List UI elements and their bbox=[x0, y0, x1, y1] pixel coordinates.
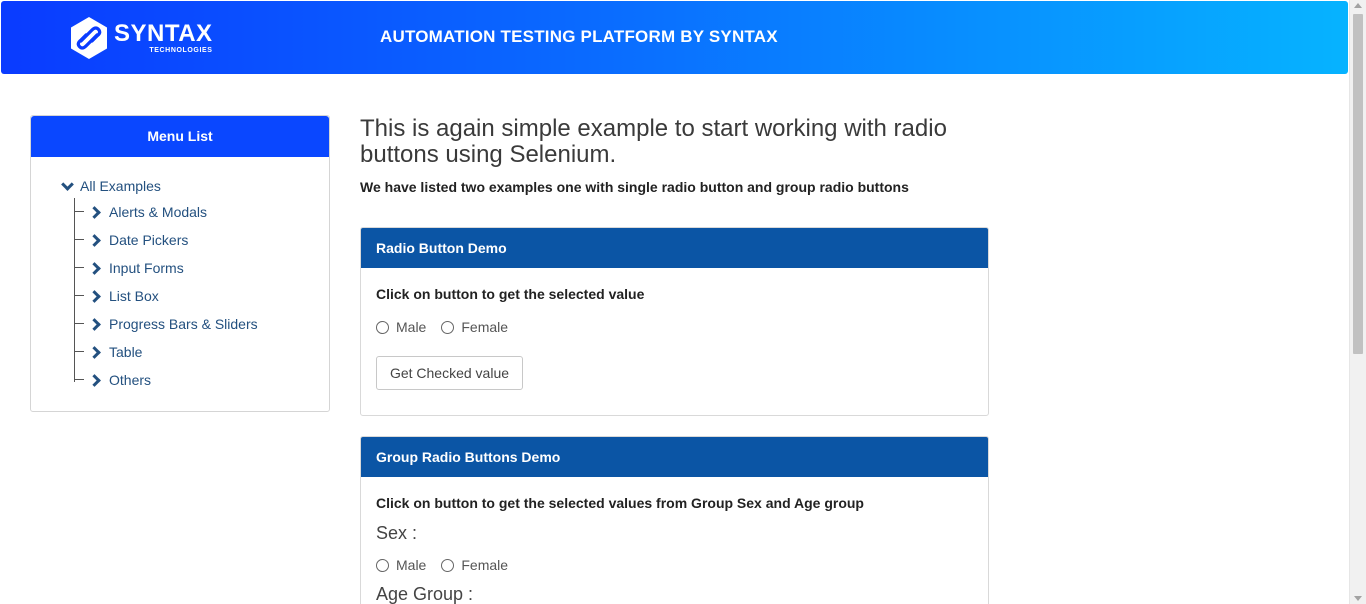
chevron-right-icon bbox=[88, 317, 101, 331]
page-title: This is again simple example to start wo… bbox=[360, 115, 947, 168]
get-checked-value-button[interactable]: Get Checked value bbox=[376, 356, 523, 390]
age-group-label: Age Group : bbox=[376, 584, 474, 604]
sex-radio-group: Male Female bbox=[376, 557, 523, 573]
gender-radio-group: Male Female bbox=[376, 319, 523, 335]
tree-branch-line bbox=[74, 351, 84, 352]
sidebar-item-label: Others bbox=[109, 372, 152, 388]
group-radio-buttons-demo-panel: Group Radio Buttons Demo Click on button… bbox=[360, 436, 989, 604]
radio-label-male[interactable]: Male bbox=[396, 319, 426, 335]
chevron-down-icon bbox=[61, 177, 74, 191]
scrollbar-thumb[interactable] bbox=[1353, 14, 1363, 354]
sidebar-item-label: List Box bbox=[109, 288, 159, 304]
sidebar-item-label: Alerts & Modals bbox=[109, 204, 208, 220]
tree-children: Alerts & Modals Date Pickers Input Forms… bbox=[74, 198, 258, 394]
chevron-right-icon bbox=[88, 261, 101, 275]
radio-label-female[interactable]: Female bbox=[461, 319, 508, 335]
sidebar-item-others[interactable]: Others bbox=[74, 366, 258, 394]
syntax-hex-icon bbox=[70, 16, 108, 60]
radio-label-female[interactable]: Female bbox=[461, 557, 508, 573]
tree-branch-line bbox=[74, 323, 84, 324]
panel-title: Radio Button Demo bbox=[361, 228, 988, 268]
sidebar-item-progress-bars-sliders[interactable]: Progress Bars & Sliders bbox=[74, 310, 258, 338]
tree-branch-line bbox=[74, 295, 84, 296]
sidebar-item-list-box[interactable]: List Box bbox=[74, 282, 258, 310]
sidebar-item-label: Date Pickers bbox=[109, 232, 189, 248]
chevron-right-icon bbox=[88, 289, 101, 303]
tree-branch-line bbox=[74, 211, 84, 212]
logo-main-text: SYNTAX bbox=[114, 20, 213, 47]
syntax-logo[interactable]: SYNTAX TECHNOLOGIES bbox=[70, 16, 213, 60]
menu-list-panel: Menu List All Examples Alerts & Modals D… bbox=[30, 115, 330, 412]
sidebar-item-input-forms[interactable]: Input Forms bbox=[74, 254, 258, 282]
radio-female[interactable] bbox=[441, 320, 455, 334]
scroll-up-arrow-icon[interactable] bbox=[1354, 3, 1362, 8]
page-subtitle: We have listed two examples one with sin… bbox=[360, 179, 909, 195]
logo-wordmark: SYNTAX TECHNOLOGIES bbox=[114, 20, 213, 55]
panel-instruction: Click on button to get the selected valu… bbox=[376, 495, 864, 511]
panel-title: Group Radio Buttons Demo bbox=[361, 437, 988, 477]
tree-branch-line bbox=[74, 267, 84, 268]
radio-male[interactable] bbox=[376, 320, 389, 334]
scroll-down-arrow-icon[interactable] bbox=[1354, 596, 1362, 601]
top-header: SYNTAX TECHNOLOGIES AUTOMATION TESTING P… bbox=[1, 1, 1348, 74]
tree-branch-line bbox=[74, 239, 84, 240]
chevron-right-icon bbox=[88, 205, 101, 219]
radio-sex-male[interactable] bbox=[376, 558, 389, 572]
sidebar-item-table[interactable]: Table bbox=[74, 338, 258, 366]
radio-label-male[interactable]: Male bbox=[396, 557, 426, 573]
menu-tree: All Examples Alerts & Modals Date Picker… bbox=[60, 177, 258, 394]
header-title: AUTOMATION TESTING PLATFORM BY SYNTAX bbox=[380, 27, 778, 46]
sidebar-item-label: Input Forms bbox=[109, 260, 184, 276]
sidebar-item-alerts-modals[interactable]: Alerts & Modals bbox=[74, 198, 258, 226]
radio-sex-female[interactable] bbox=[441, 558, 455, 572]
panel-instruction: Click on button to get the selected valu… bbox=[376, 286, 645, 302]
sidebar-item-label: Progress Bars & Sliders bbox=[109, 316, 258, 332]
tree-branch-line bbox=[74, 379, 84, 380]
sidebar-item-date-pickers[interactable]: Date Pickers bbox=[74, 226, 258, 254]
sidebar-item-label: Table bbox=[109, 344, 143, 360]
radio-button-demo-panel: Radio Button Demo Click on button to get… bbox=[360, 227, 989, 416]
tree-root-all-examples[interactable]: All Examples bbox=[60, 177, 258, 194]
chevron-right-icon bbox=[88, 233, 101, 247]
sex-label: Sex : bbox=[376, 523, 418, 543]
logo-sub-text: TECHNOLOGIES bbox=[149, 47, 213, 54]
chevron-right-icon bbox=[88, 373, 101, 387]
tree-root-label: All Examples bbox=[80, 178, 161, 194]
menu-list-title: Menu List bbox=[31, 116, 329, 157]
vertical-scrollbar[interactable] bbox=[1349, 0, 1366, 604]
chevron-right-icon bbox=[88, 345, 101, 359]
